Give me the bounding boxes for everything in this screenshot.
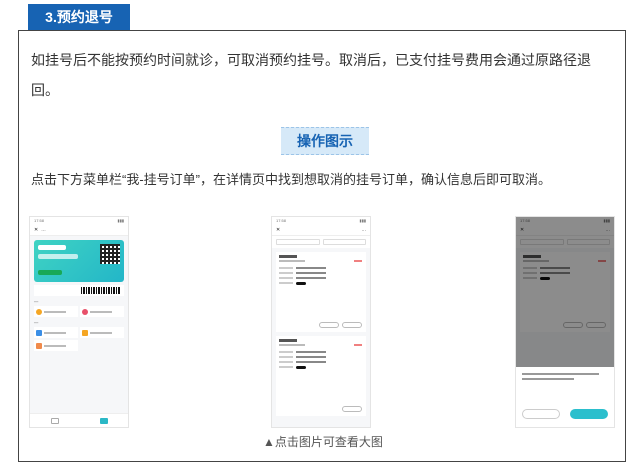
order-icon (36, 342, 42, 349)
section-title-tab: 3.预约退号 (28, 4, 130, 30)
tab-bar (30, 413, 128, 427)
filter-dropdown (322, 239, 366, 245)
card-line (38, 254, 78, 259)
content-box: 如挂号后不能按预约时间就诊，可取消预约挂号。取消后，已支付挂号费用会通过原路径退… (18, 30, 626, 462)
section-title: 3.预约退号 (45, 9, 113, 25)
order-action-button (319, 322, 339, 328)
sheet-cancel-button (522, 409, 560, 419)
order-icon (82, 329, 88, 336)
nav-bar: ✕ ··· (272, 225, 370, 236)
filter-bar (272, 236, 370, 248)
status-bar: 17:58 ▮▮▮ (272, 217, 370, 225)
grid-tile (34, 327, 78, 338)
status-badge (354, 260, 362, 262)
service-icon (82, 308, 88, 315)
barcode-icon (81, 287, 121, 294)
close-icon: ✕ (34, 227, 39, 233)
screenshot-personal-center[interactable]: 17:58 ▮▮▮ ✕ ··· ━━ ━━ (29, 216, 129, 428)
order-icon (36, 329, 42, 336)
nav-bar: ✕ ··· (30, 225, 128, 236)
user-icon (99, 417, 108, 424)
order-card (276, 336, 366, 416)
order-action-button (342, 406, 362, 412)
confirm-sheet (516, 367, 614, 427)
qr-code-icon (100, 244, 120, 264)
screenshot-order-list[interactable]: 17:58 ▮▮▮ ✕ ··· (271, 216, 371, 428)
illustration-badge: 操作图示 (281, 127, 369, 155)
grid-tile (34, 340, 78, 351)
grid-tile (34, 306, 78, 317)
home-icon (50, 417, 59, 424)
status-badge (354, 344, 362, 346)
instruction-paragraph: 点击下方菜单栏“我-挂号订单”，在详情页中找到想取消的挂号订单，确认信息后即可取… (31, 172, 551, 187)
intro-paragraph: 如挂号后不能按预约时间就诊，可取消预约挂号。取消后，已支付挂号费用会通过原路径退… (31, 52, 591, 98)
grid-tile (80, 306, 124, 317)
close-icon: ✕ (276, 227, 281, 233)
section-label: ━━ (34, 321, 39, 325)
grid-tile (80, 327, 124, 338)
section-label: ━━ (34, 300, 39, 304)
sheet-confirm-button (570, 409, 608, 419)
illustration-badge-label: 操作图示 (297, 133, 353, 149)
card-chip (38, 245, 66, 250)
image-caption: ▲点击图片可查看大图 (263, 435, 383, 449)
order-action-button (342, 322, 362, 328)
filter-dropdown (276, 239, 320, 245)
status-bar: 17:58 ▮▮▮ (30, 217, 128, 225)
medical-card (34, 240, 124, 282)
card-green-badge (38, 270, 62, 275)
barcode (34, 285, 124, 296)
order-card (276, 252, 366, 332)
order-grid (34, 327, 124, 351)
screenshot-cancel-confirm[interactable]: 17:58 ▮▮▮ ✕ ··· (515, 216, 615, 428)
service-icon (36, 308, 42, 315)
service-grid (34, 306, 124, 317)
